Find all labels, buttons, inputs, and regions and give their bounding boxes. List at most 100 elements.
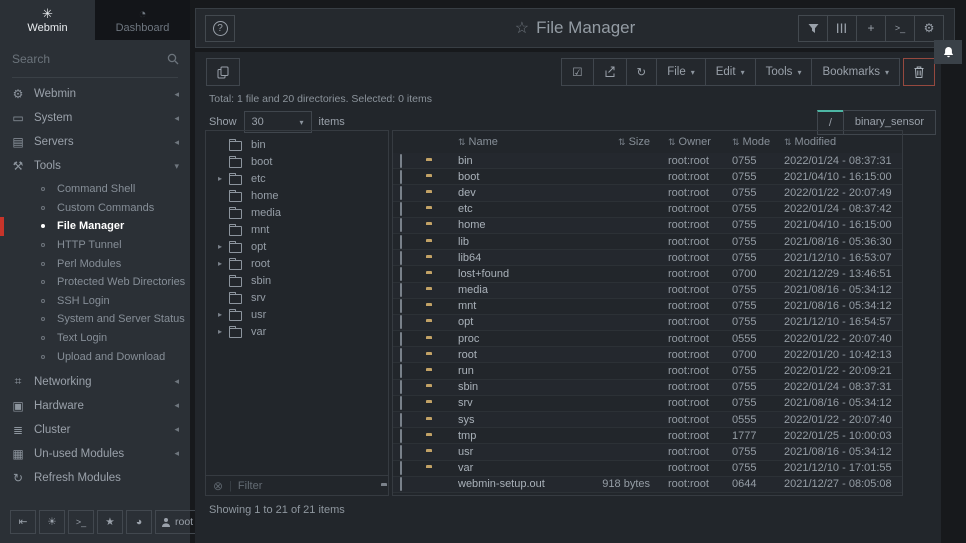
refresh-button[interactable]: ↻ — [626, 58, 658, 86]
paste-button[interactable] — [206, 58, 240, 86]
row-checkbox[interactable] — [400, 477, 402, 491]
clear-filter-icon[interactable]: ⊗ — [213, 479, 223, 493]
language-button[interactable]: ◕ — [126, 510, 152, 534]
table-row-sbin[interactable]: sbinroot:root07552022/01/24 - 08:37:31 — [393, 380, 902, 396]
file-name[interactable]: run — [458, 365, 559, 377]
table-row-lib[interactable]: libroot:root07552021/08/16 - 05:36:30 — [393, 234, 902, 250]
tree-item-mnt[interactable]: mnt — [206, 221, 388, 238]
filter-input[interactable]: Filter — [238, 480, 262, 492]
table-row-lost-found[interactable]: lost+foundroot:root07002021/12/29 - 13:4… — [393, 266, 902, 282]
row-checkbox[interactable] — [400, 186, 402, 200]
favorites-button[interactable]: ★ — [97, 510, 123, 534]
file-name[interactable]: lib — [458, 236, 559, 248]
expand-arrow-icon[interactable]: ▸ — [218, 310, 229, 319]
file-name[interactable]: proc — [458, 333, 559, 345]
tree-item-srv[interactable]: srv — [206, 289, 388, 306]
menu-edit[interactable]: Edit▾ — [705, 58, 756, 86]
table-row-run[interactable]: runroot:root07552022/01/22 - 20:09:21 — [393, 363, 902, 379]
menu-file[interactable]: File▾ — [656, 58, 706, 86]
tree-item-opt[interactable]: ▸opt — [206, 238, 388, 255]
search-input[interactable] — [12, 52, 167, 66]
tree-item-boot[interactable]: boot — [206, 153, 388, 170]
tree-item-media[interactable]: media — [206, 204, 388, 221]
tree-item-var[interactable]: ▸var — [206, 323, 388, 340]
row-checkbox[interactable] — [400, 154, 402, 168]
sidebar-category-webmin[interactable]: ⚙Webmin◂ — [0, 82, 190, 106]
row-checkbox[interactable] — [400, 218, 402, 232]
tree-item-bin[interactable]: bin — [206, 136, 388, 153]
tree-item-usr[interactable]: ▸usr — [206, 306, 388, 323]
row-checkbox[interactable] — [400, 413, 402, 427]
table-row-opt[interactable]: optroot:root07552021/12/10 - 16:54:57 — [393, 315, 902, 331]
row-checkbox[interactable] — [400, 267, 402, 281]
sidebar-category-networking[interactable]: ⌗Networking◂ — [0, 370, 190, 394]
tree-item-root[interactable]: ▸root — [206, 255, 388, 272]
row-checkbox[interactable] — [400, 251, 402, 265]
file-name[interactable]: etc — [458, 203, 559, 215]
table-row-webmin-setup-out[interactable]: webmin-setup.out918 bytesroot:root064420… — [393, 477, 902, 493]
row-checkbox[interactable] — [400, 202, 402, 216]
column-header-mode[interactable]: ⇅Mode — [720, 136, 772, 148]
row-checkbox[interactable] — [400, 315, 402, 329]
table-row-usr[interactable]: usrroot:root07552021/08/16 - 05:34:12 — [393, 444, 902, 460]
expand-arrow-icon[interactable]: ▸ — [218, 174, 229, 183]
file-name[interactable]: srv — [458, 397, 559, 409]
tab-dashboard[interactable]: ◔ Dashboard — [95, 0, 190, 40]
row-checkbox[interactable] — [400, 364, 402, 378]
tab-webmin[interactable]: ✳ Webmin — [0, 0, 95, 40]
sidebar-item-custom-commands[interactable]: Custom Commands — [0, 199, 190, 218]
table-row-boot[interactable]: bootroot:root07552021/04/10 - 16:15:00 — [393, 169, 902, 185]
sidebar-item-ssh-login[interactable]: SSH Login — [0, 292, 190, 311]
expand-arrow-icon[interactable]: ▸ — [218, 259, 229, 268]
tree-item-sbin[interactable]: sbin — [206, 272, 388, 289]
file-name[interactable]: usr — [458, 446, 559, 458]
delete-button[interactable] — [903, 58, 935, 86]
table-row-tmp[interactable]: tmproot:root17772022/01/25 - 10:00:03 — [393, 428, 902, 444]
table-row-mnt[interactable]: mntroot:root07552021/08/16 - 05:34:12 — [393, 299, 902, 315]
row-checkbox[interactable] — [400, 445, 402, 459]
sidebar-item-system-and-server-status[interactable]: System and Server Status — [0, 310, 190, 329]
sidebar-category-cluster[interactable]: ≣Cluster◂ — [0, 418, 190, 442]
table-row-sys[interactable]: sysroot:root05552022/01/22 - 20:07:40 — [393, 412, 902, 428]
sidebar-item-http-tunnel[interactable]: HTTP Tunnel — [0, 236, 190, 255]
table-row-media[interactable]: mediaroot:root07552021/08/16 - 05:34:12 — [393, 283, 902, 299]
table-row-lib64[interactable]: lib64root:root07552021/12/10 - 16:53:07 — [393, 250, 902, 266]
row-checkbox[interactable] — [400, 380, 402, 394]
sidebar-item-command-shell[interactable]: Command Shell — [0, 180, 190, 199]
column-header-name[interactable]: ⇅Name — [458, 136, 559, 148]
filter-button[interactable] — [798, 15, 828, 42]
sidebar-item-perl-modules[interactable]: Perl Modules — [0, 254, 190, 273]
file-name[interactable]: lib64 — [458, 252, 559, 264]
row-checkbox[interactable] — [400, 396, 402, 410]
row-checkbox[interactable] — [400, 429, 402, 443]
file-name[interactable]: lost+found — [458, 268, 559, 280]
notifications-button[interactable] — [934, 40, 962, 64]
sidebar-category-system[interactable]: ▭System◂ — [0, 106, 190, 130]
file-name[interactable]: opt — [458, 316, 559, 328]
row-checkbox[interactable] — [400, 332, 402, 346]
file-name[interactable]: tmp — [458, 430, 559, 442]
collapse-sidebar-button[interactable]: ⇤ — [10, 510, 36, 534]
table-row-etc[interactable]: etcroot:root07552022/01/24 - 08:37:42 — [393, 202, 902, 218]
sidebar-item-protected-web-directories[interactable]: Protected Web Directories — [0, 273, 190, 292]
expand-arrow-icon[interactable]: ▸ — [218, 327, 229, 336]
table-row-var[interactable]: varroot:root07552021/12/10 - 17:01:55 — [393, 461, 902, 477]
expand-arrow-icon[interactable]: ▸ — [218, 242, 229, 251]
sidebar-category-hardware[interactable]: ▣Hardware◂ — [0, 394, 190, 418]
file-name[interactable]: mnt — [458, 300, 559, 312]
theme-button[interactable]: ☀ — [39, 510, 65, 534]
row-checkbox[interactable] — [400, 283, 402, 297]
add-button[interactable]: + — [856, 15, 886, 42]
column-header-owner[interactable]: ⇅Owner — [654, 136, 720, 148]
row-checkbox[interactable] — [400, 299, 402, 313]
file-name[interactable]: var — [458, 462, 559, 474]
table-row-home[interactable]: homeroot:root07552021/04/10 - 16:15:00 — [393, 218, 902, 234]
terminal-button[interactable]: >_ — [68, 510, 94, 534]
columns-button[interactable]: ||| — [827, 15, 857, 42]
help-button[interactable]: ? — [205, 15, 235, 42]
sidebar-item-text-login[interactable]: Text Login — [0, 329, 190, 348]
sidebar-category-tools[interactable]: ⚒Tools▾ — [0, 154, 190, 178]
sidebar-item-file-manager[interactable]: File Manager — [0, 217, 190, 236]
table-row-bin[interactable]: binroot:root07552022/01/24 - 08:37:31 — [393, 153, 902, 169]
file-name[interactable]: media — [458, 284, 559, 296]
